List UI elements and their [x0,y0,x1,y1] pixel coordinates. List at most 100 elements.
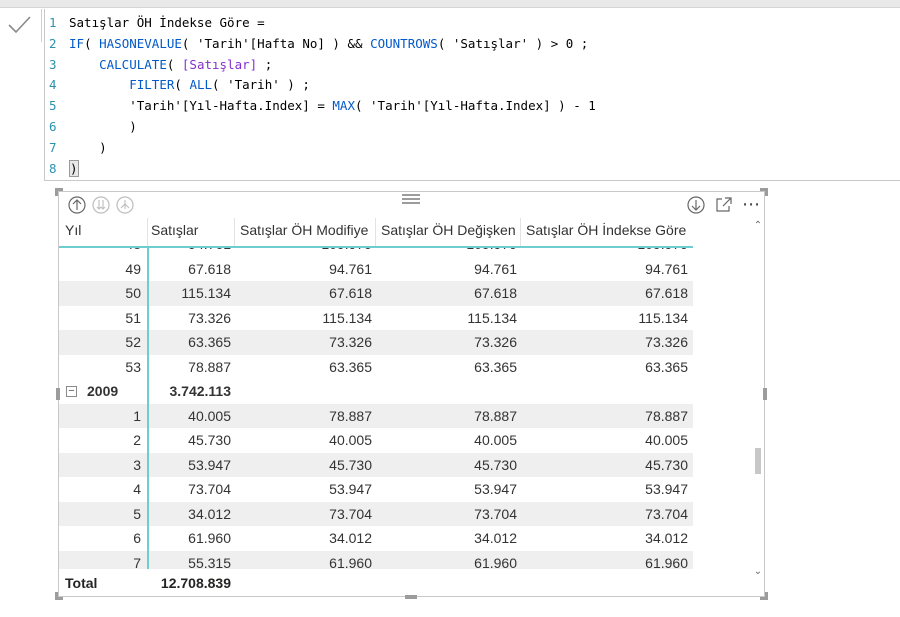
table-row[interactable]: 53 78.887 63.365 63.365 63.365 [59,355,693,380]
table-row[interactable]: 1 40.005 78.887 78.887 78.887 [59,403,693,428]
code-token: ( [174,77,190,93]
value-cell: 63.365 [188,334,231,350]
value-cell: 55.315 [188,554,231,570]
table-row[interactable]: 3 53.947 45.730 45.730 45.730 [59,452,693,477]
formula-bar: 1 Satışlar ÖH İndekse Göre = 2 IF( HASONEVA… [0,0,900,182]
resize-handle-top-left[interactable] [55,188,63,196]
value-cell: 78.887 [645,407,688,424]
code-line[interactable]: 1 Satışlar ÖH İndekse Göre = [45,12,900,33]
visual-header-left [67,195,135,215]
code-line[interactable]: 4 FILTER( ALL( 'Tarih' ) ; [45,74,900,95]
total-label: Total [65,575,98,591]
drill-down-icon[interactable] [91,195,111,215]
table-row[interactable]: 6 61.960 34.012 34.012 34.012 [59,526,693,551]
drill-up-icon[interactable] [67,195,87,215]
value-cell: 34.012 [474,530,517,546]
table-row[interactable]: 52 63.365 73.326 73.326 73.326 [59,330,693,355]
dax-function-token: MAX [332,98,355,114]
column-header[interactable]: Yıl [65,214,81,246]
dax-editor[interactable]: 1 Satışlar ÖH İndekse Göre = 2 IF( HASONEVA… [44,9,900,181]
value-cell: 53.947 [329,481,372,497]
code-line[interactable]: 3 CALCULATE( [Satışlar] ; [45,54,900,75]
value-cell: 73.326 [645,334,688,350]
line-number: 7 [49,139,57,155]
total-value: 12.708.839 [160,575,231,591]
scroll-thumb[interactable] [755,448,761,474]
line-number: 5 [49,98,57,114]
column-header[interactable]: Satışlar [151,214,198,246]
value-cell: 67.618 [188,260,231,277]
scroll-up-icon[interactable]: ⌃ [753,220,763,231]
value-cell: 45.730 [645,456,688,473]
code-token: ) [69,119,137,134]
column-separator[interactable] [147,218,148,246]
commit-button[interactable] [0,9,42,42]
more-options-icon[interactable]: ⋯ [742,196,760,214]
value-cell: 34.012 [329,530,372,546]
value-cell: 61.960 [474,554,517,570]
value-cell: 61.960 [329,554,372,570]
table-row[interactable]: 49 67.618 94.761 94.761 94.761 [59,257,693,282]
column-header[interactable]: Satışlar ÖH İndekse Göre [526,214,686,246]
code-token: ; [257,56,273,72]
resize-handle-right[interactable] [763,388,767,400]
code-line[interactable]: 5 'Tarih'[Yıl-Hafta.Index] = MAX( 'Tarih… [45,95,900,116]
table-header: Yıl Satışlar Satışlar ÖH Modifiye Satışlar … [59,214,693,248]
value-cell: 53.947 [474,481,517,497]
vertical-scrollbar[interactable]: ⌃ ⌄ [753,220,763,578]
value-cell: 40.005 [329,432,372,448]
table-body[interactable]: 4894.761109.979109.979109.9794967.61894.… [59,214,693,569]
code-line[interactable]: 7 ) [45,137,900,158]
code-token: Satışlar ÖH İndekse Göre = [69,15,265,30]
drill-mode-icon[interactable] [686,195,706,215]
value-cell: 53.947 [645,481,688,497]
visual-header-right: ⋯ [686,195,760,215]
column-header[interactable]: Satışlar ÖH Modifiye [240,214,368,246]
value-cell: 73.704 [645,505,688,522]
group-row[interactable]: −2009 3.742.113 [59,379,693,404]
dax-function-token: CALCULATE [99,56,167,72]
line-number: 8 [49,160,57,176]
table-row[interactable]: 2 45.730 40.005 40.005 40.005 [59,428,693,453]
resize-handle-top-right[interactable] [760,188,768,196]
column-header[interactable]: Satışlar ÖH Değişken [381,214,516,246]
table-row[interactable]: 4 73.704 53.947 53.947 53.947 [59,477,693,502]
dax-function-token: FILTER [129,77,175,93]
column-divider [147,248,149,593]
resize-handle-bottom-right[interactable] [760,592,768,600]
column-separator[interactable] [375,218,376,246]
value-cell: 78.887 [474,407,517,424]
value-cell: 61.960 [188,530,231,546]
code-line[interactable]: 6 ) [45,116,900,137]
scroll-down-icon[interactable]: ⌄ [753,566,763,577]
table-row[interactable]: 50 115.134 67.618 67.618 67.618 [59,281,693,306]
focus-mode-icon[interactable] [714,195,734,215]
code-text: FILTER( ALL( 'Tarih' ) ; [69,74,310,95]
value-cell: 34.012 [188,505,231,522]
table-row[interactable]: 5 34.012 73.704 73.704 73.704 [59,501,693,526]
value-cell: 115.134 [181,285,231,301]
table-row[interactable]: 7 55.315 61.960 61.960 61.960 [59,550,693,570]
column-separator[interactable] [520,218,521,246]
code-token: ( 'Satışlar' ) > 0 ; [437,35,589,51]
expand-all-icon[interactable] [115,195,135,215]
value-cell: 40.005 [645,432,688,448]
value-cell: 40.005 [188,407,231,424]
table-row[interactable]: 51 73.326 115.134 115.134 115.134 [59,306,693,331]
value-cell: 73.704 [329,505,372,522]
total-row: Total 12.708.839 [59,569,693,595]
column-separator[interactable] [234,218,235,246]
code-text: 'Tarih'[Yıl-Hafta.Index] = MAX( 'Tarih'[… [69,95,596,116]
line-number: 3 [49,56,57,72]
code-line[interactable]: 2 IF( HASONEVALUE( 'Tarih'[Hafta No] ) &&… [45,33,900,54]
code-text: ) [69,137,107,158]
drag-grip-icon[interactable] [402,192,420,204]
code-line[interactable]: 8) [45,158,900,179]
code-text: IF( HASONEVALUE( 'Tarih'[Hafta No] ) && … [69,33,588,54]
table-visual[interactable]: ⋯ 4894.761109.979109.979109.9794967.6189… [55,188,768,600]
value-cell: 78.887 [329,407,372,424]
line-number: 4 [49,77,57,93]
collapse-icon[interactable]: − [66,386,77,397]
value-cell: 67.618 [329,285,372,301]
